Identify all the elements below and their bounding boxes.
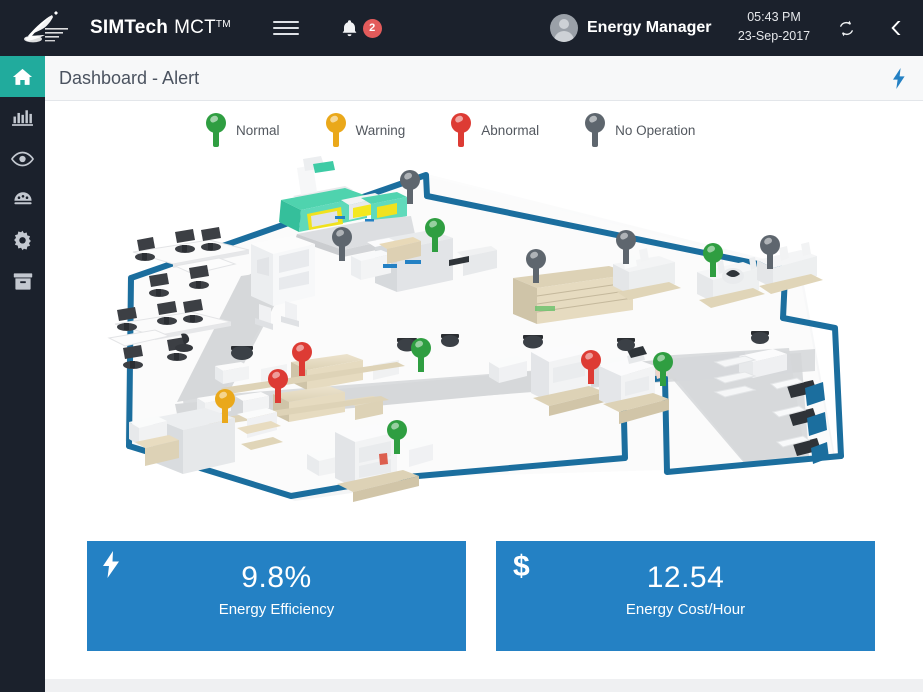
status-pin-m02[interactable] (331, 227, 353, 261)
gear-icon (14, 230, 31, 251)
home-icon (12, 68, 33, 85)
hamburger-menu-icon[interactable] (272, 17, 299, 39)
page-title-bar: Dashboard - Alert (45, 56, 923, 101)
status-pin-m12[interactable] (580, 350, 602, 384)
kpi-label: Energy Cost/Hour (625, 601, 746, 618)
pin-marker-red-icon (450, 113, 472, 147)
legend-label: No Operation (615, 122, 696, 138)
user-profile[interactable]: Energy Manager (550, 0, 711, 56)
status-pin-m03[interactable] (424, 218, 446, 252)
top-navigation-bar: SIMTech MCT TM 2 Energy Manager 05:43 PM … (0, 0, 923, 56)
username-label: Energy Manager (587, 19, 712, 36)
status-pin-m11[interactable] (410, 338, 432, 372)
kpi-card-energy-efficiency[interactable]: 9.8% Energy Efficiency (87, 541, 466, 651)
pin-marker-yellow-icon (325, 113, 347, 147)
sidebar-item-performance[interactable] (0, 179, 45, 220)
chevron-left-icon[interactable] (883, 14, 911, 42)
legend-item-normal: Normal (205, 113, 280, 147)
lightning-bolt-icon[interactable] (892, 68, 906, 94)
datetime-display: 05:43 PM 23-Sep-2017 (727, 8, 821, 46)
current-date: 23-Sep-2017 (737, 29, 811, 43)
status-pin-m13[interactable] (652, 352, 674, 386)
legend-label: Warning (355, 122, 406, 138)
simtech-comet-logo[interactable] (0, 0, 92, 56)
status-legend: Normal Warning Abnormal No Operation (205, 113, 740, 147)
kpi-label: Energy Efficiency (218, 601, 335, 618)
refresh-sync-icon[interactable] (832, 14, 860, 42)
pin-marker-green-icon (205, 113, 227, 147)
brand-name-light: MCT (174, 17, 216, 38)
kpi-value: 12.54 (646, 561, 725, 594)
legend-label: Normal (236, 122, 280, 138)
legend-item-warning: Warning (325, 113, 406, 147)
current-time: 05:43 PM (747, 10, 801, 24)
gauge-icon (13, 191, 32, 204)
dashboard-content: Normal Warning Abnormal No Operation 9.8… (45, 101, 923, 659)
sidebar-item-analytics[interactable] (0, 97, 45, 138)
status-pin-m07[interactable] (759, 235, 781, 269)
page-title: Dashboard - Alert (59, 67, 200, 88)
status-pin-m04[interactable] (525, 249, 547, 283)
legend-item-no-operation: No Operation (584, 113, 695, 147)
notifications-button[interactable]: 2 (341, 18, 382, 38)
notification-count-badge: 2 (362, 18, 382, 38)
status-pin-m01[interactable] (399, 170, 421, 204)
page-footer (45, 679, 923, 692)
status-pin-m06[interactable] (702, 243, 724, 277)
sidebar-item-settings[interactable] (0, 220, 45, 261)
factory-floor-map[interactable] (45, 156, 923, 536)
sidebar-item-home[interactable] (0, 56, 45, 97)
status-pin-m09[interactable] (267, 369, 289, 403)
brand-title: SIMTech MCT TM (90, 17, 231, 38)
status-pin-m14[interactable] (386, 420, 408, 454)
legend-label: Abnormal (481, 122, 540, 138)
bar-chart-icon (12, 110, 33, 126)
status-pins-layer (45, 156, 923, 536)
user-avatar-icon (550, 14, 578, 42)
kpi-value: 9.8% (241, 561, 312, 594)
pin-marker-gray-icon (584, 113, 606, 147)
archive-box-icon (13, 273, 32, 290)
brand-name-bold: SIMTech (90, 17, 169, 38)
sidebar-item-monitor[interactable] (0, 138, 45, 179)
eye-icon (11, 151, 34, 166)
bell-icon (342, 19, 357, 36)
legend-item-abnormal: Abnormal (450, 113, 539, 147)
status-pin-m05[interactable] (615, 230, 637, 264)
app-root: SIMTech MCT TM 2 Energy Manager 05:43 PM … (0, 0, 923, 692)
left-sidebar (0, 56, 45, 692)
kpi-card-energy-cost[interactable]: $ 12.54 Energy Cost/Hour (496, 541, 875, 651)
status-pin-m08[interactable] (291, 342, 313, 376)
sidebar-item-archive[interactable] (0, 261, 45, 302)
kpi-cards-row: 9.8% Energy Efficiency $ 12.54 Energy Co… (45, 541, 923, 659)
status-pin-m10[interactable] (214, 389, 236, 423)
